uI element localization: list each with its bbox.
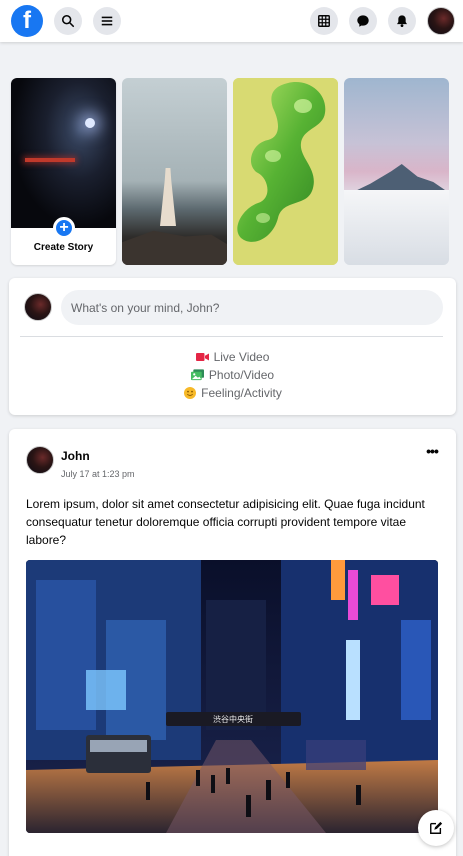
street-lamp-glow	[85, 118, 95, 128]
search-button[interactable]	[54, 7, 82, 35]
messenger-button[interactable]	[349, 7, 377, 35]
story-rock	[122, 230, 227, 265]
post-author-name[interactable]: John	[61, 449, 90, 463]
facebook-logo[interactable]: f	[11, 5, 43, 37]
create-story-photo	[11, 78, 116, 228]
search-icon	[61, 14, 75, 28]
video-camera-icon	[195, 351, 209, 363]
menu-button[interactable]	[93, 7, 121, 35]
story-clouds	[344, 190, 449, 265]
bell-icon	[397, 15, 407, 28]
story-person-figure	[160, 168, 176, 226]
tail-lights	[25, 158, 75, 162]
stories-row: + Create Story	[11, 78, 449, 265]
plus-icon[interactable]: +	[53, 217, 75, 239]
top-navigation-bar: f	[0, 0, 463, 42]
composer-actions: Live Video Photo/Video Feeling/Activity	[9, 350, 456, 400]
notifications-button[interactable]	[388, 7, 416, 35]
messenger-icon	[357, 15, 369, 27]
smiley-icon	[183, 387, 196, 399]
story-abstract-art	[233, 78, 338, 265]
menu-icon	[101, 16, 113, 26]
photo-video-label: Photo/Video	[208, 368, 275, 382]
feeling-activity-label: Feeling/Activity	[201, 386, 282, 400]
post-body-text: Lorem ipsum, dolor sit amet consectetur …	[26, 497, 425, 547]
whats-on-your-mind-input[interactable]: What's on your mind, John?	[61, 290, 443, 325]
post-more-options-button[interactable]: •••	[422, 443, 442, 459]
live-video-button[interactable]: Live Video	[195, 350, 270, 364]
topbar-right-group	[310, 7, 455, 35]
edit-icon	[430, 821, 443, 834]
logo-letter: f	[23, 7, 31, 34]
profile-avatar-button[interactable]	[427, 7, 455, 35]
post-timestamp[interactable]: July 17 at 1:23 pm	[61, 469, 135, 479]
grid-icon	[318, 15, 330, 27]
composer-divider	[20, 336, 443, 337]
photo-video-button[interactable]: Photo/Video	[190, 368, 275, 382]
post-author-avatar[interactable]	[26, 446, 54, 474]
feeling-activity-button[interactable]: Feeling/Activity	[183, 386, 282, 400]
live-video-label: Live Video	[213, 350, 270, 364]
photo-icon	[190, 369, 204, 381]
post-composer: What's on your mind, John? Live Video Ph…	[9, 278, 456, 415]
story-card[interactable]	[122, 78, 227, 265]
new-message-fab[interactable]	[418, 810, 454, 846]
apps-grid-button[interactable]	[310, 7, 338, 35]
story-card[interactable]	[344, 78, 449, 265]
topbar-left-group: f	[8, 5, 121, 37]
street-sign-text: 渋谷中央街	[213, 714, 253, 724]
city-night-street-photo: 渋谷中央街	[26, 560, 438, 833]
feed-post: John July 17 at 1:23 pm ••• Lorem ipsum,…	[9, 429, 456, 856]
create-story-card[interactable]: + Create Story	[11, 78, 116, 265]
post-photo[interactable]: 渋谷中央街	[26, 560, 438, 833]
composer-avatar[interactable]	[24, 293, 52, 321]
create-story-label: Create Story	[33, 242, 94, 253]
story-card[interactable]	[233, 78, 338, 265]
